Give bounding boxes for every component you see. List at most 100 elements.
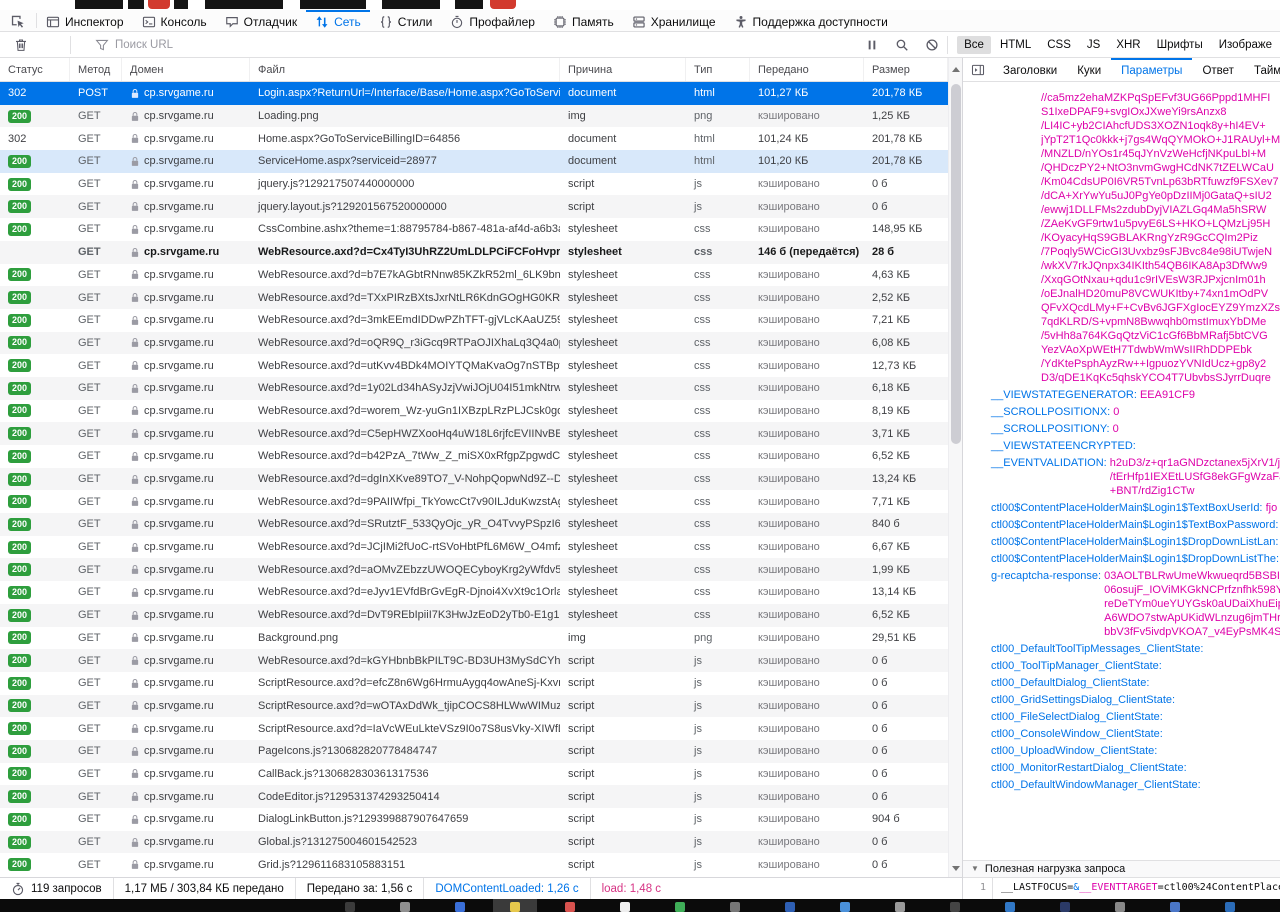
filter-button-изображе[interactable]: Изображе — [1212, 36, 1279, 54]
column-header-6[interactable]: Тип — [686, 58, 750, 81]
column-header-5[interactable]: Причина — [560, 58, 686, 81]
request-row[interactable]: 200 GET cp.srvgame.ru Grid.js?1296116831058… — [0, 853, 948, 876]
request-row[interactable]: 200 GET cp.srvgame.ru Loading.png img png кэши… — [0, 104, 948, 128]
request-row[interactable]: 200 GET cp.srvgame.ru WebResource.axd?d=DvT… — [0, 603, 948, 627]
devtools-tab-debugger[interactable]: Отладчик — [216, 10, 306, 31]
taskbar-app-icon[interactable] — [840, 902, 850, 912]
scrollbar-thumb[interactable] — [951, 84, 961, 444]
filter-button-js[interactable]: JS — [1080, 36, 1107, 54]
status-cell: 200 — [0, 313, 70, 327]
details-tab-тайм[interactable]: Тайм — [1244, 58, 1280, 81]
column-header-4[interactable]: Файл — [250, 58, 560, 81]
pause-traffic-button[interactable] — [857, 38, 887, 52]
details-tab-параметры[interactable]: Параметры — [1111, 58, 1193, 81]
scroll-up-arrow-icon[interactable] — [949, 62, 962, 76]
filter-button-шрифты[interactable]: Шрифты — [1150, 36, 1210, 54]
taskbar-app-icon[interactable] — [620, 902, 630, 912]
request-row[interactable]: 200 GET cp.srvgame.ru WebResource.axd?d=eJy… — [0, 581, 948, 604]
request-row[interactable]: 200 GET cp.srvgame.ru WebResource.axd?d=wor… — [0, 400, 948, 423]
taskbar-app-icon[interactable] — [345, 902, 355, 912]
request-row[interactable]: 200 GET cp.srvgame.ru WebResource.axd?d=kGY… — [0, 649, 948, 672]
search-url-input[interactable] — [115, 38, 515, 51]
filter-button-все[interactable]: Все — [957, 35, 991, 54]
request-row[interactable]: 200 GET cp.srvgame.ru jquery.layout.js?1292… — [0, 195, 948, 219]
toggle-details-pane-button[interactable] — [963, 58, 993, 81]
request-row[interactable]: 200 GET cp.srvgame.ru jquery.js?12921750744… — [0, 173, 948, 196]
request-row[interactable]: 200 GET cp.srvgame.ru ScriptResource.axd?d=… — [0, 717, 948, 740]
filter-button-html[interactable]: HTML — [993, 36, 1038, 54]
element-picker-button[interactable] — [0, 10, 36, 31]
devtools-tab-console[interactable]: Консоль — [133, 10, 216, 31]
devtools-tab-style-editor[interactable]: Стили — [370, 10, 442, 31]
taskbar-app-icon[interactable] — [1225, 902, 1235, 912]
devtools-tab-memory[interactable]: Память — [544, 10, 623, 31]
request-row[interactable]: GET cp.srvgame.ru WebResource.axd?d=Cx4TyI… — [0, 240, 948, 264]
request-row[interactable]: 200 GET cp.srvgame.ru WebResource.axd?d=dgI… — [0, 467, 948, 491]
request-row[interactable]: 200 GET cp.srvgame.ru CodeEditor.js?1295313… — [0, 785, 948, 808]
request-row[interactable]: 200 GET cp.srvgame.ru WebResource.axd?d=JCj… — [0, 536, 948, 559]
taskbar-app-icon[interactable] — [730, 902, 740, 912]
request-row[interactable]: 200 GET cp.srvgame.ru ScriptResource.axd?d=… — [0, 672, 948, 695]
column-header-8[interactable]: Размер — [864, 58, 948, 81]
request-row[interactable]: 200 GET cp.srvgame.ru CssCombine.ashx?theme… — [0, 218, 948, 241]
request-row[interactable]: 200 GET cp.srvgame.ru CallBack.js?130682830… — [0, 763, 948, 786]
windows-taskbar[interactable] — [0, 899, 1280, 912]
devtools-tab-accessibility[interactable]: Поддержка доступности — [725, 10, 897, 31]
request-row[interactable]: 200 GET cp.srvgame.ru WebResource.axd?d=SRu… — [0, 513, 948, 536]
request-row[interactable]: 200 GET cp.srvgame.ru WebResource.axd?d=b42… — [0, 445, 948, 468]
taskbar-app-icon[interactable] — [785, 902, 795, 912]
request-row[interactable]: 200 GET cp.srvgame.ru WebResource.axd?d=oQR… — [0, 331, 948, 355]
request-row[interactable]: 200 GET cp.srvgame.ru WebResource.axd?d=b7E… — [0, 264, 948, 287]
request-payload-section-header[interactable]: ▼ Полезная нагрузка запроса — [963, 860, 1280, 878]
devtools-tab-storage[interactable]: Хранилище — [623, 10, 725, 31]
taskbar-app-icon[interactable] — [1060, 902, 1070, 912]
filter-button-css[interactable]: CSS — [1040, 36, 1078, 54]
devtools-tab-inspector[interactable]: Инспектор — [37, 10, 133, 31]
taskbar-app-icon[interactable] — [510, 902, 520, 912]
taskbar-app-icon[interactable] — [675, 902, 685, 912]
request-row[interactable]: 200 GET cp.srvgame.ru WebResource.axd?d=C5e… — [0, 422, 948, 445]
request-row[interactable]: 200 GET cp.srvgame.ru Background.png img png к… — [0, 627, 948, 650]
request-row[interactable]: 200 GET cp.srvgame.ru WebResource.axd?d=TXx… — [0, 286, 948, 309]
taskbar-app-icon[interactable] — [400, 902, 410, 912]
taskbar-app-icon[interactable] — [1170, 902, 1180, 912]
request-row[interactable]: 302 GET cp.srvgame.ru Home.aspx?GoToService… — [0, 127, 948, 150]
request-row[interactable]: 200 GET cp.srvgame.ru ScriptResource.axd?d=… — [0, 694, 948, 718]
request-row[interactable]: 200 GET cp.srvgame.ru ServiceHome.aspx?serv… — [0, 150, 948, 173]
taskbar-app-icon[interactable] — [565, 902, 575, 912]
filter-button-xhr[interactable]: XHR — [1109, 36, 1147, 54]
scroll-down-arrow-icon[interactable] — [949, 861, 962, 875]
status-cell: 200 — [0, 744, 70, 758]
column-header-3[interactable]: Домен — [122, 58, 250, 81]
taskbar-app-icon[interactable] — [1005, 902, 1015, 912]
column-header-2[interactable]: Метод — [70, 58, 122, 81]
taskbar-app-icon[interactable] — [895, 902, 905, 912]
clear-requests-button[interactable] — [0, 38, 42, 52]
param-entry: ctl00_DefaultDialog_ClientState: — [963, 676, 1280, 690]
request-row[interactable]: 200 GET cp.srvgame.ru WebResource.axd?d=3mk… — [0, 309, 948, 332]
status-cell: 200 — [0, 563, 70, 577]
request-row[interactable]: 200 GET cp.srvgame.ru WebResource.axd?d=9PA… — [0, 490, 948, 513]
column-header-7[interactable]: Передано — [750, 58, 864, 81]
request-row[interactable]: 200 GET cp.srvgame.ru WebResource.axd?d=aOM… — [0, 558, 948, 582]
size-cell: 0 б — [872, 836, 888, 849]
details-tab-заголовки[interactable]: Заголовки — [993, 58, 1067, 81]
request-row[interactable]: 200 GET cp.srvgame.ru WebResource.axd?d=utK… — [0, 354, 948, 377]
details-tab-ответ[interactable]: Ответ — [1192, 58, 1243, 81]
column-header-1[interactable]: Статус — [0, 58, 70, 81]
devtools-tab-network[interactable]: Сеть — [306, 10, 370, 31]
taskbar-app-icon[interactable] — [455, 902, 465, 912]
search-button[interactable] — [887, 38, 917, 52]
request-row[interactable]: 200 GET cp.srvgame.ru DialogLinkButton.js?1… — [0, 808, 948, 831]
details-tab-куки[interactable]: Куки — [1067, 58, 1111, 81]
request-blocking-button[interactable] — [917, 38, 947, 52]
taskbar-app-icon[interactable] — [950, 902, 960, 912]
cause-cell: img — [568, 631, 586, 644]
request-row[interactable]: 200 GET cp.srvgame.ru PageIcons.js?13068282… — [0, 739, 948, 763]
devtools-tab-profiler[interactable]: Профайлер — [441, 10, 544, 31]
taskbar-app-icon[interactable] — [1115, 902, 1125, 912]
table-scrollbar[interactable] — [948, 58, 962, 877]
request-row[interactable]: 200 GET cp.srvgame.ru WebResource.axd?d=1y0… — [0, 376, 948, 400]
request-row[interactable]: 302 POST cp.srvgame.ru Login.aspx?ReturnUrl… — [0, 82, 948, 105]
request-row[interactable]: 200 GET cp.srvgame.ru Global.js?13127500460… — [0, 830, 948, 854]
